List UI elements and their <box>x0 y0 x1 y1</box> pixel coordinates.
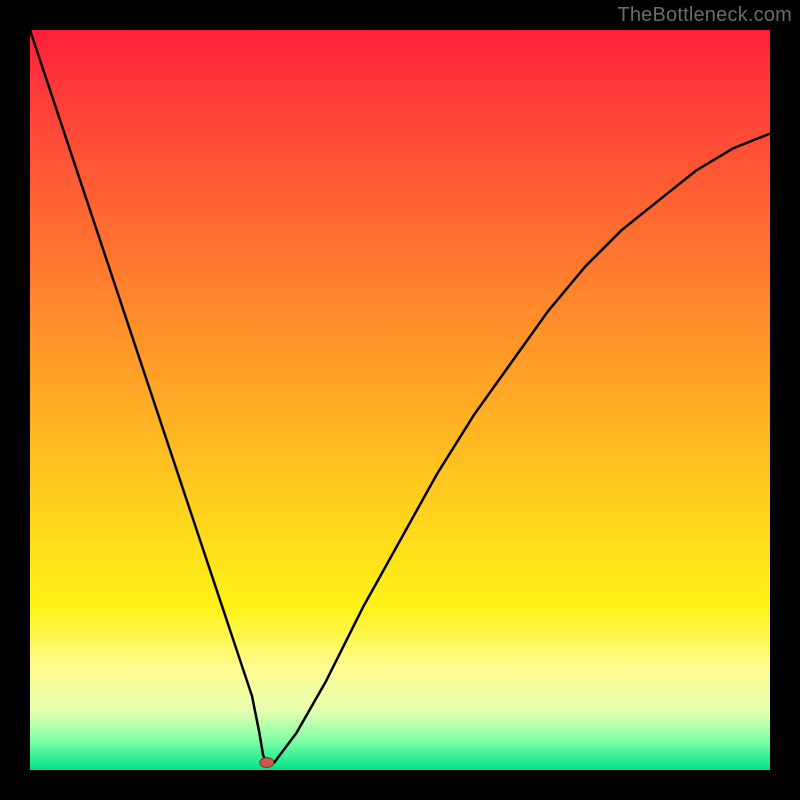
curve-layer <box>30 30 770 770</box>
bottleneck-curve <box>30 30 770 763</box>
plot-area <box>30 30 770 770</box>
watermark-label: TheBottleneck.com <box>617 4 792 27</box>
chart-frame: TheBottleneck.com <box>0 0 800 800</box>
minimum-marker <box>260 758 274 768</box>
